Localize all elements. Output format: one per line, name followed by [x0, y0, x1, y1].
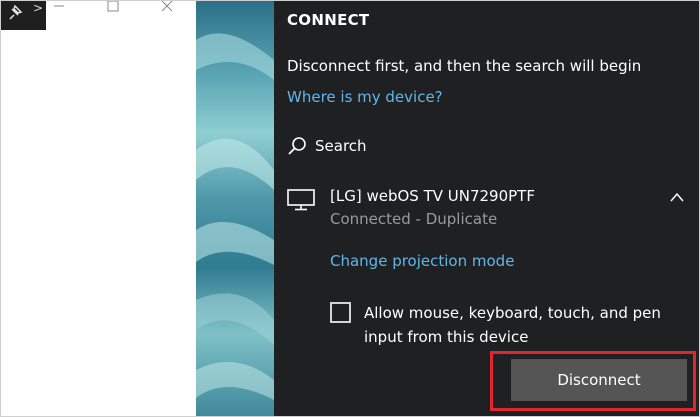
change-projection-mode-link[interactable]: Change projection mode [330, 252, 514, 270]
close-icon[interactable] [160, 0, 174, 13]
desktop-wallpaper [196, 0, 274, 417]
allow-input-checkbox[interactable] [330, 302, 351, 323]
device-name: [LG] webOS TV UN7290PTF [330, 187, 535, 205]
device-status: Connected - Duplicate [330, 210, 498, 228]
pin-button[interactable]: > [0, 0, 46, 30]
minimize-icon[interactable] [52, 0, 66, 13]
search-icon [288, 137, 306, 155]
device-item[interactable]: [LG] webOS TV UN7290PTF Connected - Dupl… [274, 180, 700, 236]
monitor-icon [287, 189, 315, 211]
chevron-up-icon[interactable] [670, 192, 684, 202]
pin-icon [9, 4, 23, 20]
wave-pattern [196, 33, 274, 400]
connect-panel: CONNECT Disconnect first, and then the s… [274, 0, 700, 417]
where-is-my-device-link[interactable]: Where is my device? [287, 88, 443, 106]
disconnect-button[interactable]: Disconnect [511, 359, 687, 401]
search-button[interactable]: Search [287, 134, 367, 158]
maximize-icon[interactable] [106, 0, 120, 13]
background-window: > [0, 0, 196, 417]
panel-title: CONNECT [287, 11, 370, 29]
status-message: Disconnect first, and then the search wi… [287, 57, 642, 75]
chevron-right-icon: > [33, 1, 44, 15]
allow-input-label: Allow mouse, keyboard, touch, and pen in… [364, 304, 661, 346]
search-label: Search [315, 137, 367, 155]
